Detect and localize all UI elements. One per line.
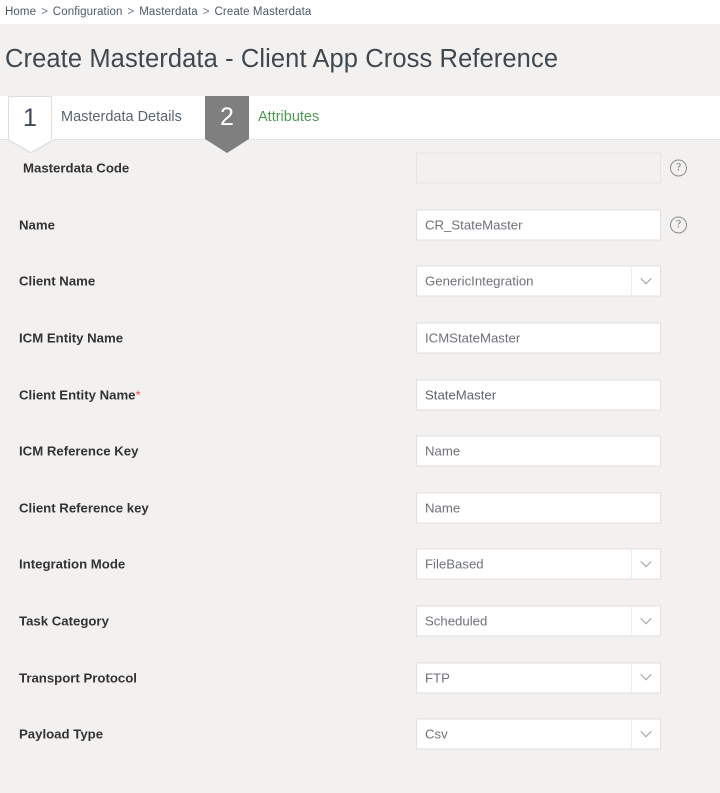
form-row-task-category: Task Category Scheduled: [0, 593, 720, 650]
step-number-badge-1: 1: [8, 96, 52, 139]
field-label-client-entity-name: Client Entity Name*: [19, 387, 141, 402]
form-row-masterdata-code: Masterdata Code ?: [0, 140, 720, 197]
breadcrumb-item-configuration[interactable]: Configuration: [53, 6, 123, 18]
breadcrumb-separator: >: [127, 6, 135, 18]
chevron-down-icon: [640, 612, 652, 624]
breadcrumb-item-masterdata[interactable]: Masterdata: [139, 6, 198, 18]
tab-masterdata-details[interactable]: 1 Masterdata Details: [8, 96, 182, 139]
page-title: Create Masterdata - Client App Cross Ref…: [5, 45, 559, 73]
breadcrumb: Home > Configuration > Masterdata > Crea…: [0, 0, 720, 24]
form-row-icm-reference-key: ICM Reference Key Name: [0, 423, 720, 480]
field-label-client-reference-key: Client Reference key: [19, 500, 149, 516]
payload-type-select-value[interactable]: Csv: [416, 718, 631, 750]
help-icon[interactable]: ?: [670, 159, 687, 177]
integration-mode-select-toggle[interactable]: [631, 548, 661, 580]
client-name-select-toggle[interactable]: [631, 265, 661, 297]
breadcrumb-item-create-masterdata[interactable]: Create Masterdata: [214, 6, 311, 18]
transport-protocol-select-value[interactable]: FTP: [416, 662, 631, 694]
transport-protocol-select-toggle[interactable]: [631, 662, 661, 694]
breadcrumb-item-home[interactable]: Home: [5, 6, 36, 18]
task-category-select-toggle[interactable]: [631, 605, 661, 637]
payload-type-select-toggle[interactable]: [631, 718, 661, 750]
field-control-client-name: GenericIntegration: [416, 265, 661, 297]
integration-mode-select-value[interactable]: FileBased: [416, 548, 631, 580]
form-row-payload-type: Payload Type Csv: [0, 706, 720, 763]
field-control-task-category: Scheduled: [416, 605, 661, 637]
icm-entity-name-input[interactable]: ICMStateMaster: [416, 322, 661, 354]
breadcrumb-separator: >: [41, 6, 48, 18]
field-label-payload-type: Payload Type: [19, 726, 104, 742]
name-input[interactable]: CR_StateMaster: [416, 209, 661, 241]
chevron-down-icon: [640, 669, 652, 681]
required-asterisk: *: [135, 387, 141, 403]
field-control-icm-entity-name: ICMStateMaster: [416, 322, 661, 354]
field-control-masterdata-code: ?: [416, 152, 687, 184]
form-row-icm-entity-name: ICM Entity Name ICMStateMaster: [0, 310, 720, 367]
field-control-payload-type: Csv: [416, 718, 661, 750]
chevron-down-icon: [640, 272, 652, 285]
chevron-down-icon: [640, 555, 652, 568]
field-control-name: CR_StateMaster ?: [416, 209, 687, 241]
tab-label-masterdata-details: Masterdata Details: [61, 109, 182, 125]
field-label-integration-mode: Integration Mode: [19, 556, 126, 572]
chevron-down-icon: [640, 725, 652, 738]
field-label-icm-reference-key: ICM Reference Key: [19, 443, 139, 459]
field-label-name: Name: [19, 217, 55, 233]
field-label-text: Client Entity Name: [19, 387, 136, 403]
field-label-client-name: Client Name: [19, 273, 96, 289]
form-row-client-entity-name: Client Entity Name* StateMaster: [0, 366, 720, 423]
task-category-select-value[interactable]: Scheduled: [416, 605, 631, 637]
masterdata-code-input[interactable]: [416, 152, 661, 184]
field-label-task-category: Task Category: [19, 613, 109, 629]
form-row-integration-mode: Integration Mode FileBased: [0, 536, 720, 593]
form-row-name: Name CR_StateMaster ?: [0, 197, 720, 254]
field-control-client-reference-key: Name: [416, 492, 661, 524]
client-reference-key-input[interactable]: Name: [416, 492, 661, 524]
icm-reference-key-input[interactable]: Name: [416, 435, 661, 467]
step-number-badge-2: 2: [205, 96, 249, 153]
field-control-client-entity-name: StateMaster: [416, 379, 661, 411]
client-name-select-value[interactable]: GenericIntegration: [416, 265, 631, 297]
field-control-integration-mode: FileBased: [416, 548, 661, 580]
field-control-icm-reference-key: Name: [416, 435, 661, 467]
tab-attributes[interactable]: 2 Attributes: [205, 96, 320, 153]
help-icon[interactable]: ?: [670, 216, 687, 234]
masterdata-details-form: Masterdata Code ? Name CR_StateMaster ? …: [0, 140, 720, 763]
field-label-transport-protocol: Transport Protocol: [19, 670, 137, 686]
form-row-client-reference-key: Client Reference key Name: [0, 480, 720, 537]
field-label-icm-entity-name: ICM Entity Name: [19, 330, 124, 346]
tab-label-attributes: Attributes: [258, 109, 320, 125]
field-control-transport-protocol: FTP: [416, 662, 661, 694]
form-row-client-name: Client Name GenericIntegration: [0, 253, 720, 310]
form-row-transport-protocol: Transport Protocol FTP: [0, 649, 720, 706]
field-label-masterdata-code: Masterdata Code: [23, 160, 130, 176]
breadcrumb-separator: >: [202, 6, 210, 18]
tab-strip: 1 Masterdata Details 2 Attributes: [0, 96, 720, 153]
client-entity-name-input[interactable]: StateMaster: [416, 379, 661, 411]
